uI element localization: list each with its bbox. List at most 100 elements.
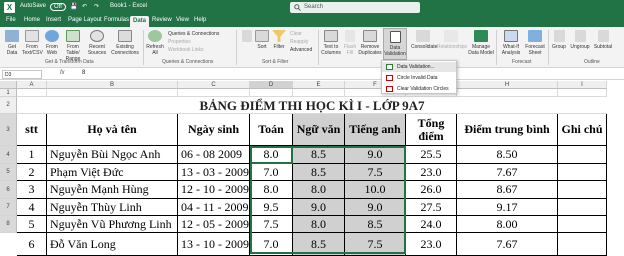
column-header-d[interactable]: D [250, 81, 293, 89]
table-cell[interactable] [558, 146, 607, 164]
table-cell[interactable]: Nguyễn Thùy Linh [47, 199, 178, 216]
table-cell[interactable]: 8.0 [250, 181, 293, 199]
table-cell[interactable]: 1 [17, 146, 47, 164]
table-header-cell[interactable]: Ngày sinh [178, 114, 250, 146]
row-header-4[interactable]: 4 [0, 146, 17, 164]
sort-button[interactable]: Sort [254, 30, 270, 50]
table-cell[interactable]: 8.50 [457, 146, 558, 164]
table-cell[interactable]: 23.0 [406, 233, 457, 256]
table-header-cell[interactable]: Họ và tên [47, 114, 178, 146]
table-cell[interactable]: 12 - 05 - 2009 [178, 216, 250, 233]
table-cell[interactable]: 6 [17, 233, 47, 256]
from-text-button[interactable]: From Text/CSV [22, 30, 43, 56]
table-cell[interactable]: Phạm Việt Đức [47, 164, 178, 181]
formula-input[interactable]: 8 [82, 70, 85, 76]
group-button[interactable]: Group [550, 30, 568, 50]
table-cell[interactable]: 4 [17, 199, 47, 216]
table-cell[interactable]: 26.0 [406, 181, 457, 199]
table-header-cell[interactable]: stt [17, 114, 47, 146]
tab-review[interactable]: Review [152, 17, 172, 23]
table-cell[interactable]: 3 [17, 181, 47, 199]
workbook-links-item[interactable]: Workbook Links [168, 47, 203, 53]
filter-button[interactable]: Filter [271, 30, 287, 50]
data-validation-button[interactable]: Data Validation [383, 28, 407, 60]
table-cell[interactable]: Nguyễn Mạnh Hùng [47, 181, 178, 199]
refresh-all-button[interactable]: Refresh All [146, 30, 164, 56]
menu-item-data-validation[interactable]: Data Validation... [382, 62, 456, 72]
table-cell[interactable]: 9.5 [250, 199, 293, 216]
table-header-cell[interactable]: Tiếng anh [345, 114, 406, 146]
name-box[interactable]: D3 [2, 70, 42, 79]
table-header-cell[interactable]: Tổng điểm [406, 114, 457, 146]
table-cell[interactable]: 27.5 [406, 199, 457, 216]
get-data-button[interactable]: Get Data [3, 30, 21, 56]
cell-a1[interactable] [17, 89, 47, 97]
table-cell[interactable]: 13 - 03 - 2009 [178, 164, 250, 181]
reapply-item[interactable]: Reapply [290, 39, 308, 45]
table-cell[interactable]: 8.00 [457, 216, 558, 233]
tab-page-layout[interactable]: Page Layout [68, 17, 102, 23]
table-cell[interactable]: 23.0 [406, 164, 457, 181]
cell-c1[interactable] [178, 89, 250, 97]
consolidate-button[interactable]: Consolidate [411, 30, 437, 50]
subtotal-button[interactable]: Subtotal [592, 30, 614, 50]
column-header-e[interactable]: E [293, 81, 345, 89]
cell-h1[interactable] [457, 89, 558, 97]
from-web-button[interactable]: From Web [44, 30, 60, 56]
tab-home[interactable]: Home [24, 17, 40, 23]
forecast-sheet-button[interactable]: Forecast Sheet [524, 30, 546, 56]
advanced-item[interactable]: Advanced [290, 47, 312, 53]
table-header-cell[interactable]: Toán [250, 114, 293, 146]
cell-e1[interactable] [293, 89, 345, 97]
table-cell[interactable]: 06 - 08 2009 [178, 146, 250, 164]
table-cell[interactable]: 7.67 [457, 164, 558, 181]
table-cell[interactable]: 8.0 [293, 181, 345, 199]
tab-file[interactable]: File [6, 17, 16, 23]
tab-insert[interactable]: Insert [46, 17, 61, 23]
table-cell[interactable] [558, 164, 607, 181]
table-cell[interactable]: Nguyễn Bùi Ngọc Anh [47, 146, 178, 164]
table-cell[interactable]: 8.0 [250, 146, 293, 164]
flash-fill-button[interactable]: Flash Fill [343, 30, 357, 56]
menu-item-circle-invalid[interactable]: Circle Invalid Data [382, 73, 456, 83]
table-cell[interactable]: 8.5 [293, 233, 345, 256]
table-cell[interactable]: 04 - 11 - 2009 [178, 199, 250, 216]
table-cell[interactable]: 9.0 [345, 199, 406, 216]
search-box[interactable]: Search [290, 2, 420, 13]
table-cell[interactable]: 2 [17, 164, 47, 181]
queries-connections-item[interactable]: Queries & Connections [168, 31, 219, 37]
cell-i1[interactable] [558, 89, 607, 97]
column-header-i[interactable]: I [558, 81, 607, 89]
column-header-h[interactable]: H [457, 81, 558, 89]
tab-view[interactable]: View [176, 17, 189, 23]
table-header-cell[interactable]: Ngữ văn [293, 114, 345, 146]
table-cell[interactable]: 13 - 10 - 2009 [178, 233, 250, 256]
manage-data-model-button[interactable]: Manage Data Model [468, 30, 494, 56]
table-cell[interactable] [558, 181, 607, 199]
table-cell[interactable]: 7.5 [345, 164, 406, 181]
row-header-6[interactable]: 6 [0, 181, 17, 199]
table-cell[interactable] [558, 199, 607, 216]
table-cell[interactable]: 8.5 [345, 216, 406, 233]
row-header-8[interactable]: 8 [0, 216, 17, 233]
text-to-columns-button[interactable]: Text to Columns [320, 30, 342, 56]
clear-filter-item[interactable]: Clear [290, 31, 302, 37]
what-if-button[interactable]: What-If Analysis [499, 30, 523, 56]
row-header-2[interactable]: 2 [0, 97, 17, 114]
table-cell[interactable]: 8.5 [293, 146, 345, 164]
table-cell[interactable]: Nguyễn Vũ Phương Linh [47, 216, 178, 233]
redo-icon[interactable]: ↷ [94, 3, 99, 12]
table-cell[interactable]: 8.0 [293, 216, 345, 233]
row-header-1[interactable]: 1 [0, 89, 17, 97]
table-cell[interactable]: 7.0 [250, 233, 293, 256]
sheet-title[interactable]: BẢNG ĐIỂM THI HỌC KÌ I - LỚP 9A7 [17, 97, 607, 114]
table-cell[interactable]: 9.17 [457, 199, 558, 216]
row-header-3[interactable]: 3 [0, 114, 17, 146]
table-cell[interactable]: Đỗ Văn Long [47, 233, 178, 256]
select-all-corner[interactable] [0, 81, 17, 89]
table-cell[interactable]: 7.5 [345, 233, 406, 256]
table-cell[interactable] [558, 216, 607, 233]
recent-sources-button[interactable]: Recent Sources [86, 30, 108, 56]
ungroup-button[interactable]: Ungroup [569, 30, 591, 50]
save-icon[interactable]: 💾 [70, 3, 77, 12]
